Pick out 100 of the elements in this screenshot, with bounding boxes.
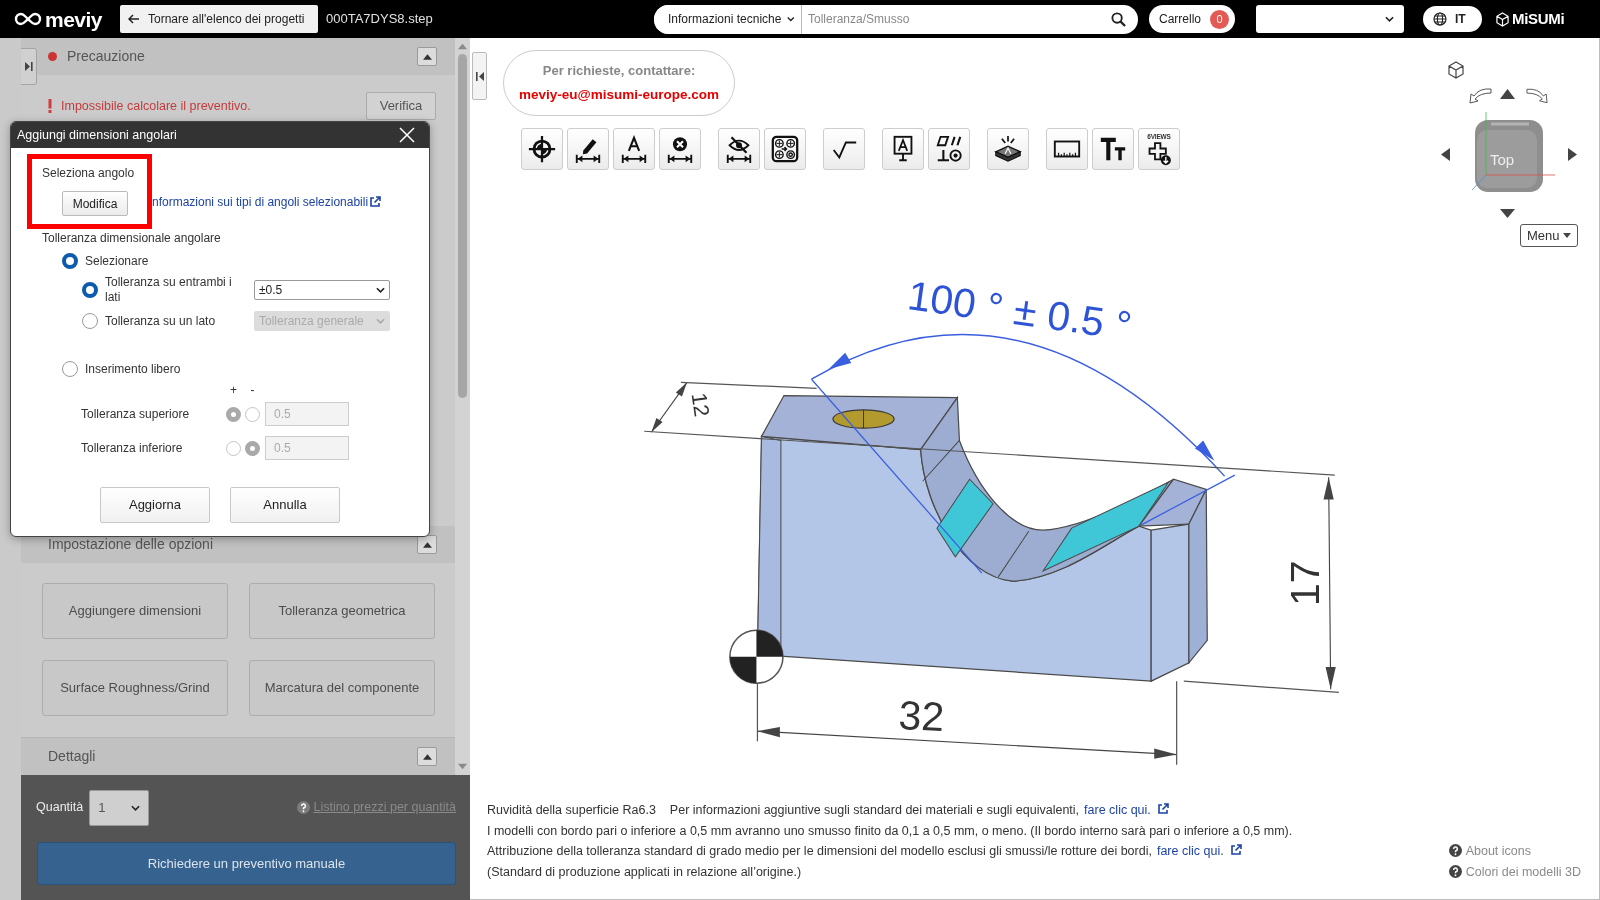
rotate-right-icon[interactable] — [1526, 87, 1550, 104]
toolbar-button[interactable] — [613, 128, 655, 170]
radio-button[interactable] — [62, 361, 78, 377]
toolbar-button[interactable] — [823, 128, 865, 170]
info-link[interactable]: nformazioni sui tipi di angoli selezionabili — [152, 193, 382, 211]
note-text: Attribuzione della tolleranza standard di grado medio per le dimensioni del modello esclusi gli smussi/le rotture dei bordi, — [487, 844, 1152, 858]
cube-icon[interactable] — [1448, 61, 1464, 79]
caret-icon — [131, 804, 141, 811]
help-link[interactable]: Colori dei modelli 3D — [1448, 861, 1581, 882]
crosshair-icon — [527, 134, 557, 164]
radio-button[interactable] — [82, 282, 98, 298]
quantity-label: Quantità — [36, 799, 84, 817]
toolbar-button[interactable] — [764, 128, 806, 170]
panel-toggle-button[interactable] — [472, 52, 487, 100]
dimension-label: 17 — [1282, 560, 1329, 606]
dialog-title: Aggiungi dimensioni angolari — [17, 126, 177, 144]
dimension-label: 100 ° ± 0.5 ° — [905, 272, 1135, 350]
note-link[interactable]: fare clic qui. — [1084, 803, 1169, 817]
note-text: I modelli con bordo pari o inferiore a 0,5 mm avranno uno smusso finito da 0,1 a 0,5 mm, o meno. (Il bordo interno sarà pari o inferiore a 0,5 mm). — [487, 823, 1293, 838]
column-label: + — [229, 383, 238, 397]
language-button[interactable]: IT — [1423, 6, 1482, 32]
file-name: 000TA7DYS8.step — [326, 10, 433, 29]
tolerance-select[interactable]: ±0.5 — [254, 280, 390, 300]
external-link-icon — [1156, 803, 1169, 815]
toolbar-button[interactable] — [659, 128, 701, 170]
x-circle-dimension-icon — [665, 134, 695, 164]
email-link[interactable]: meviy-eu@misumi-europe.com — [519, 85, 719, 106]
note-text: (Standard di produzione applicati in relazione all’origine.) — [487, 864, 802, 879]
dialog-button[interactable]: Annulla — [230, 487, 340, 523]
section-title: Precauzione — [67, 47, 145, 66]
help-link[interactable]: About icons — [1448, 841, 1581, 862]
caret-icon — [376, 287, 385, 293]
search-bar[interactable]: Informazioni tecniche Tolleranza/Smusso — [654, 4, 1138, 34]
caret-up-icon — [422, 753, 432, 760]
dimension-label: 32 — [897, 692, 946, 741]
quantity-select[interactable]: 1 — [89, 789, 150, 826]
cart-count: 0 — [1210, 9, 1229, 29]
column-label: - — [249, 383, 256, 397]
section-title: Impostazione delle opzioni — [48, 535, 213, 554]
toolbar-button[interactable] — [567, 128, 609, 170]
external-link-icon — [1229, 844, 1242, 856]
arrow-left-icon — [128, 14, 140, 24]
caret-icon — [1385, 16, 1394, 22]
toolbar-button[interactable] — [1092, 128, 1134, 170]
help-icon — [1448, 844, 1462, 857]
skip-back-icon — [475, 71, 484, 81]
note-link[interactable]: fare clic qui. — [1156, 844, 1242, 858]
verify-button[interactable]: Verifica — [366, 92, 436, 120]
back-button[interactable]: Tornare all'elenco dei progetti — [120, 5, 318, 33]
caret-down-icon — [1563, 233, 1571, 238]
close-icon[interactable] — [399, 127, 415, 143]
field-label: Tolleranza inferiore — [81, 440, 184, 457]
rotate-left-icon[interactable] — [1467, 87, 1492, 104]
collapse-button[interactable] — [417, 47, 437, 66]
help-icon — [1448, 864, 1462, 878]
radio-label[interactable]: Tolleranza su entrambi i lati — [105, 275, 247, 305]
panel-toggle-button[interactable] — [21, 48, 37, 85]
option-button[interactable]: Surface Roughness/Grind — [42, 660, 228, 716]
toolbar-button[interactable] — [882, 128, 924, 170]
caret-icon — [787, 16, 795, 22]
section-label: Tolleranza dimensionale angolare — [42, 230, 222, 247]
category-select[interactable]: Informazioni tecniche — [654, 4, 802, 34]
eye-slash-dimension-icon — [724, 134, 754, 164]
radio-button[interactable] — [62, 253, 78, 269]
toolbar-button[interactable] — [1046, 128, 1088, 170]
thickness-dimension-line — [650, 381, 688, 433]
down-triangle-icon[interactable] — [1500, 209, 1515, 218]
dialog-button[interactable]: Aggiorna — [100, 487, 210, 523]
toolbar-button[interactable] — [987, 128, 1029, 170]
view-cube[interactable] — [1471, 112, 1555, 192]
up-triangle-icon[interactable] — [1500, 89, 1515, 99]
letter-dimension-icon — [619, 134, 649, 164]
left-triangle-icon[interactable] — [1441, 148, 1450, 161]
search-icon[interactable] — [1111, 11, 1126, 27]
dropdown-field[interactable] — [1256, 5, 1404, 33]
toolbar-button[interactable] — [928, 128, 970, 170]
stamp-icon — [993, 134, 1023, 164]
error-message: Impossibile calcolare il preventivo. — [61, 97, 251, 115]
modify-button[interactable]: Modifica — [62, 191, 128, 216]
scrollbar-thumb[interactable] — [458, 54, 467, 398]
collapse-button[interactable] — [417, 535, 437, 554]
hole-grid-icon — [770, 134, 800, 164]
logo-icon — [14, 12, 42, 26]
caret-up-icon — [422, 541, 432, 548]
right-triangle-icon[interactable] — [1568, 148, 1577, 161]
caret-up-icon — [422, 53, 432, 60]
cart-button[interactable]: Carrello 0 — [1149, 5, 1235, 33]
quote-button[interactable]: Richiedere un preventivo manuale — [37, 842, 456, 885]
option-button[interactable]: Tolleranza geometrica — [249, 583, 435, 639]
origin-marker-icon — [729, 629, 784, 684]
radio-label[interactable]: Inserimento libero — [85, 360, 181, 378]
menu-button[interactable]: Menu — [1520, 224, 1578, 247]
option-button[interactable]: Marcatura del componente — [249, 660, 435, 716]
field-label: Seleziona angolo — [42, 166, 136, 181]
collapse-button[interactable] — [417, 747, 437, 766]
radio-label[interactable]: Selezionare — [85, 252, 149, 270]
toolbar-button[interactable] — [718, 128, 760, 170]
option-button[interactable]: Aggiungere dimensioni — [42, 583, 228, 639]
globe-icon — [1433, 12, 1447, 26]
toolbar-button[interactable] — [521, 128, 563, 170]
